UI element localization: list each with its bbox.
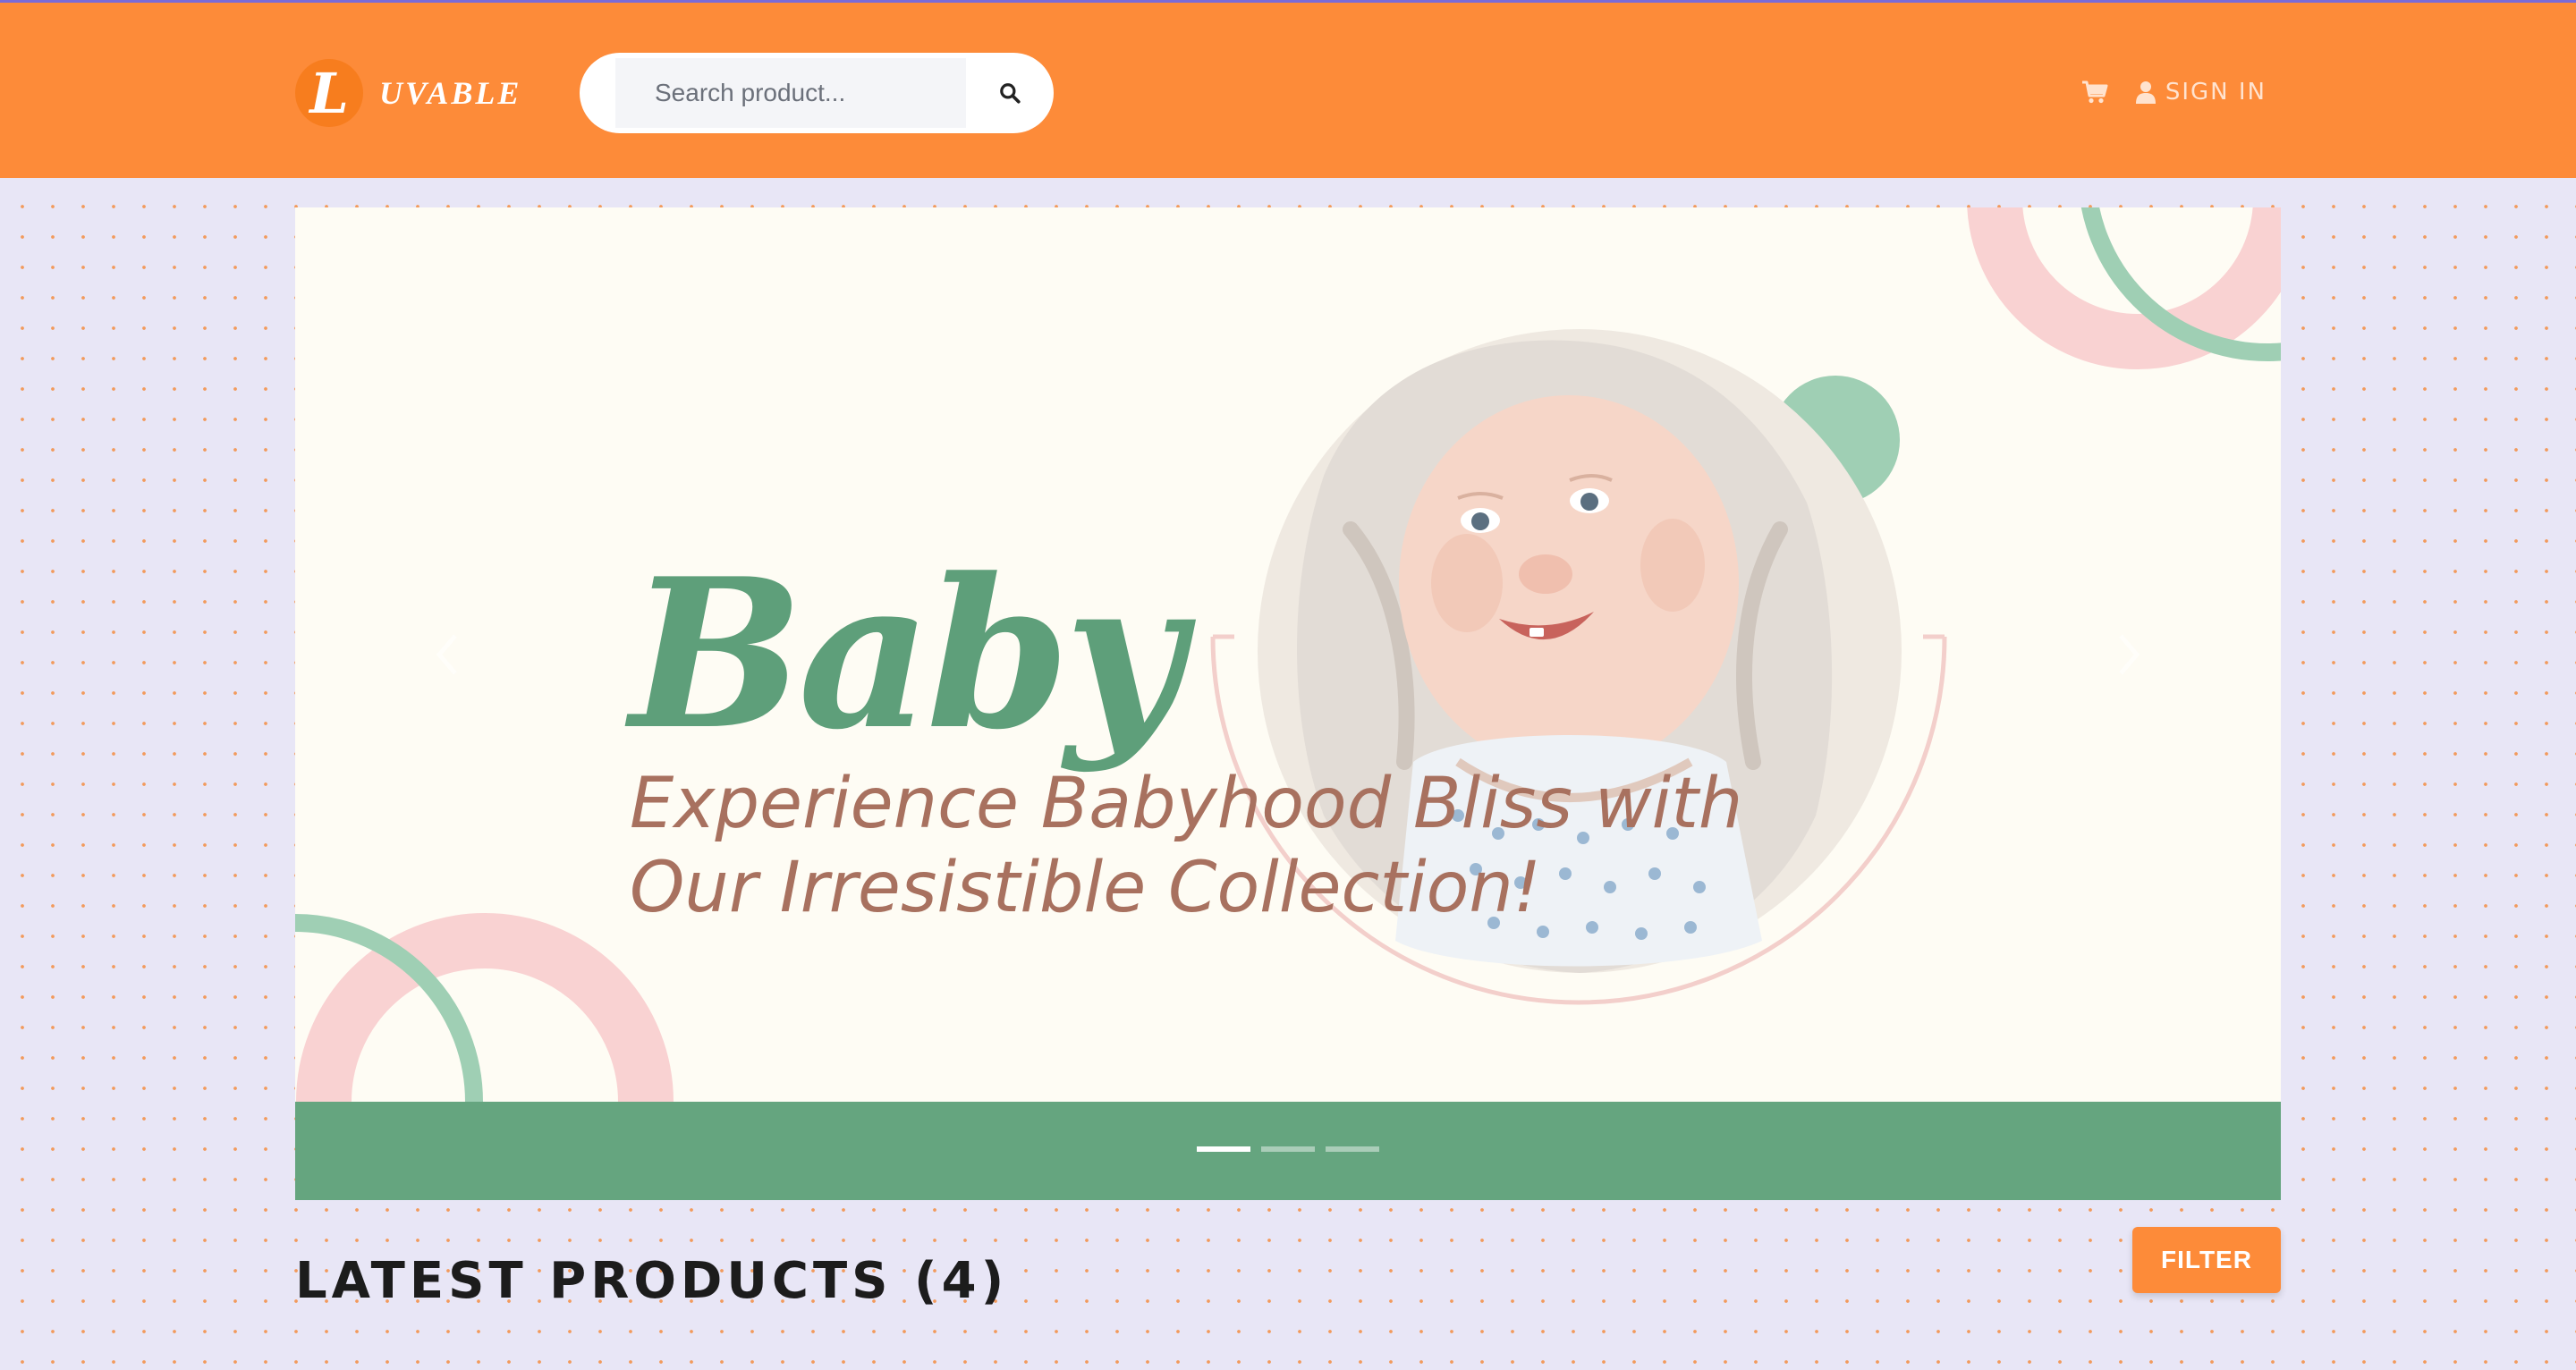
user-icon [2135, 81, 2156, 104]
brand-logo[interactable]: L UVABLE [295, 53, 521, 133]
navbar: L UVABLE SIGN IN [0, 0, 2576, 178]
sign-in-label: SIGN IN [2165, 79, 2267, 106]
search-bar [580, 53, 1054, 133]
chevron-right-icon [2119, 634, 2140, 675]
carousel-prev-button[interactable] [385, 583, 510, 726]
carousel-indicator-3[interactable] [1326, 1146, 1379, 1152]
carousel-next-button[interactable] [2066, 583, 2191, 726]
hero-carousel: Baby Experience Babyhood Bliss with Our … [295, 207, 2281, 1200]
brand-badge: L [295, 59, 363, 127]
cart-button[interactable] [2081, 80, 2108, 105]
latest-products-title: LATEST PRODUCTS (4) [295, 1252, 1009, 1310]
tagline-line-2: Our Irresistible Collection! [630, 848, 1542, 928]
brand-name: UVABLE [379, 75, 522, 111]
search-button[interactable] [975, 58, 1045, 128]
carousel-indicators [295, 1146, 2281, 1152]
carousel-indicator-2[interactable] [1261, 1146, 1315, 1152]
sign-in-link[interactable]: SIGN IN [2135, 79, 2267, 106]
ring-pink-top [1967, 207, 2281, 369]
search-input[interactable] [615, 58, 966, 128]
tagline-line-1: Experience Babyhood Bliss with [630, 764, 1743, 844]
banner-tagline: Experience Babyhood Bliss with Our Irres… [630, 762, 1971, 930]
nav-actions: SIGN IN [2081, 72, 2267, 112]
cart-icon [2081, 80, 2108, 104]
filter-button[interactable]: FILTER [2132, 1227, 2281, 1293]
carousel-indicator-1[interactable] [1197, 1146, 1250, 1152]
banner-headline: Baby [630, 534, 1184, 775]
search-icon [1000, 83, 1021, 104]
chevron-left-icon [436, 634, 457, 675]
ring-pink-bottom [296, 913, 674, 1102]
